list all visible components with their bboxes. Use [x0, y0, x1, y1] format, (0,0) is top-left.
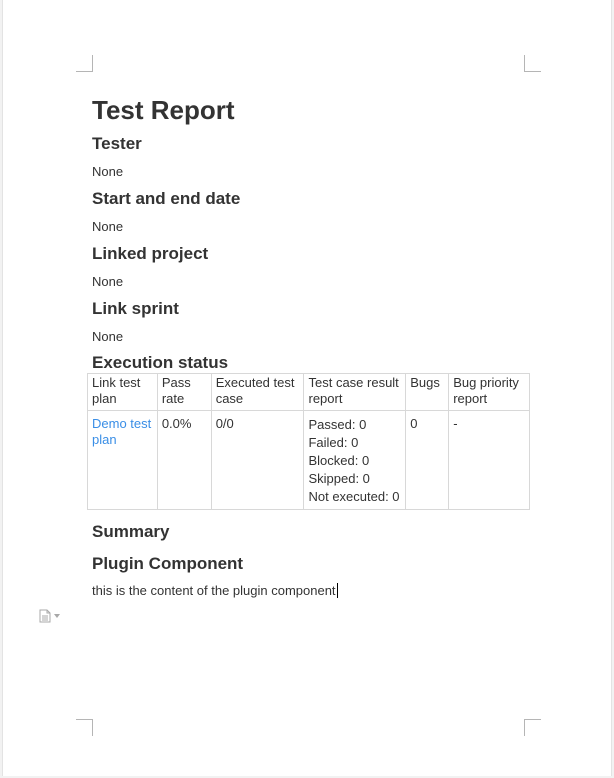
section-heading-tester: Tester [92, 134, 142, 153]
text-cursor [336, 583, 338, 598]
plugin-component-text: this is the content of the plugin compon… [92, 583, 336, 598]
caret-down-icon[interactable] [54, 614, 60, 618]
table-header-row: Link test plan Pass rate Executed test c… [87, 373, 530, 411]
page-corner-top-left [76, 55, 93, 72]
execution-status-heading: Execution status [92, 353, 229, 372]
block-handle[interactable] [39, 609, 60, 623]
column-header-bugs: Bugs [405, 373, 450, 411]
section-value-tester: None [92, 164, 124, 179]
page-corner-top-right [524, 55, 541, 72]
column-header-executed-test-case: Executed test case [210, 373, 305, 411]
cell-bugs: 0 [405, 410, 450, 510]
plugin-component-heading: Plugin Component [92, 554, 244, 573]
cell-pass-rate: 0.0% [156, 410, 212, 510]
table-row: Demo test plan 0.0% 0/0 Passed: 0 Failed… [87, 410, 530, 510]
section-heading-sprint: Link sprint [92, 299, 179, 318]
summary-heading: Summary [92, 522, 170, 541]
execution-status-table: Link test plan Pass rate Executed test c… [87, 373, 530, 510]
result-skipped: Skipped: 0 [308, 471, 370, 486]
document-content[interactable]: Test Report Tester None Start and end da… [87, 94, 532, 600]
document-icon [39, 609, 51, 623]
report-title: Test Report [92, 95, 235, 125]
section-heading-project: Linked project [92, 244, 209, 263]
column-header-pass-rate: Pass rate [156, 373, 212, 411]
result-not-executed: Not executed: 0 [308, 489, 400, 504]
plugin-component-content[interactable]: this is the content of the plugin compon… [92, 582, 532, 600]
cell-bug-priority: - [448, 410, 530, 510]
cell-link-test-plan: Demo test plan [87, 410, 158, 510]
section-value-sprint: None [92, 329, 124, 344]
cell-result-report: Passed: 0 Failed: 0 Blocked: 0 Skipped: … [303, 410, 407, 510]
result-passed: Passed: 0 [308, 417, 367, 432]
cell-executed: 0/0 [210, 410, 305, 510]
test-plan-link[interactable]: Demo test plan [92, 416, 151, 447]
section-value-project: None [92, 274, 124, 289]
column-header-result-report: Test case result report [303, 373, 407, 411]
column-header-bug-priority: Bug priority report [448, 373, 530, 411]
result-failed: Failed: 0 [308, 435, 359, 450]
result-blocked: Blocked: 0 [308, 453, 370, 468]
column-header-link-test-plan: Link test plan [87, 373, 158, 411]
page-corner-bottom-right [524, 719, 541, 736]
document-page: Test Report Tester None Start and end da… [2, 0, 612, 776]
section-value-date: None [92, 219, 124, 234]
section-heading-date: Start and end date [92, 189, 241, 208]
page-corner-bottom-left [76, 719, 93, 736]
